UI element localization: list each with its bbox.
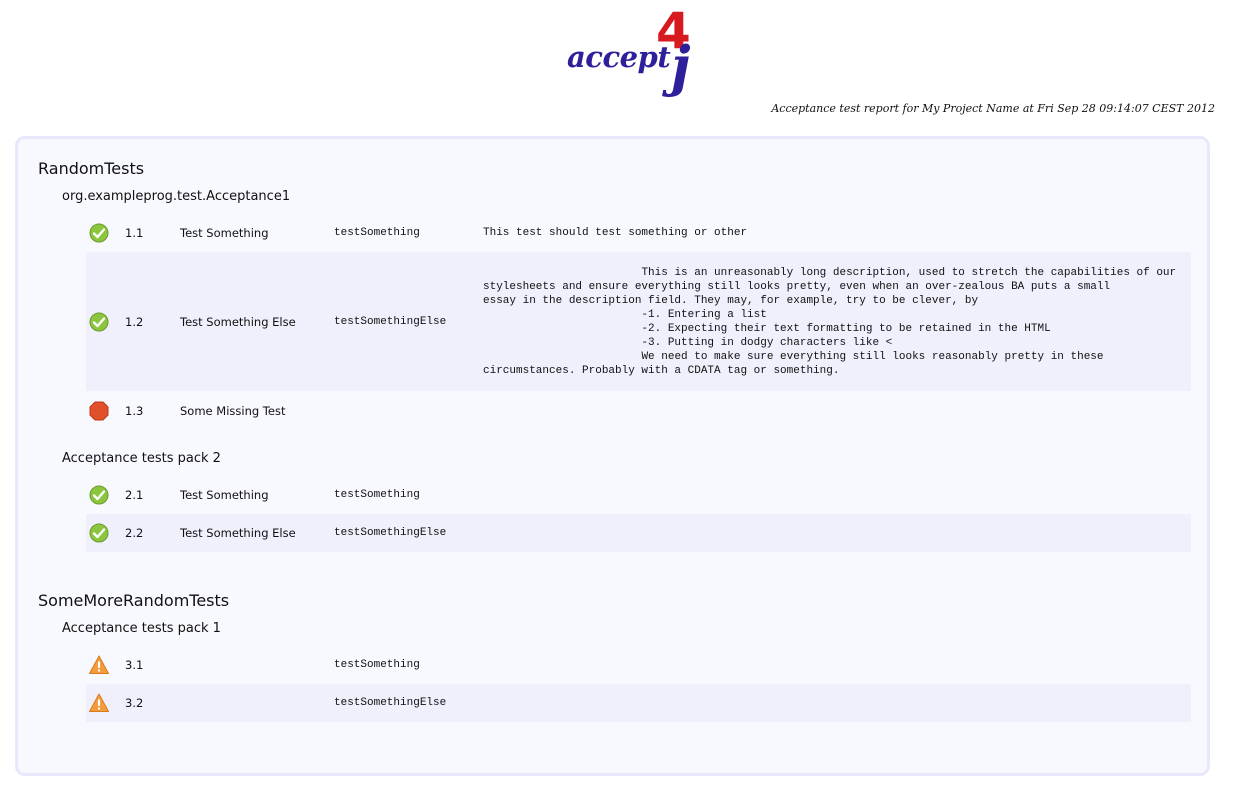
pack-title: Acceptance tests pack 2 — [62, 451, 221, 466]
test-method: testSomethingElse — [334, 315, 447, 328]
status-cell — [88, 684, 110, 722]
test-number: 3.2 — [125, 696, 144, 710]
status-cell — [88, 476, 110, 514]
pass-icon — [89, 523, 109, 543]
test-number: 1.1 — [125, 226, 144, 240]
warning-icon — [89, 655, 109, 674]
pack-title: Acceptance tests pack 1 — [62, 621, 221, 636]
test-row: 3.1 testSomething — [86, 646, 1191, 684]
test-name: Test Something Else — [180, 314, 296, 329]
warning-icon — [89, 693, 109, 712]
test-method: testSomething — [334, 489, 420, 501]
test-name: Test Something — [180, 226, 269, 240]
test-name: Test Something — [180, 488, 269, 502]
test-row: 2.1 Test Something testSomething — [86, 476, 1191, 514]
test-name: Test Something Else — [180, 526, 296, 540]
group-title: SomeMoreRandomTests — [38, 591, 230, 610]
test-method: testSomethingElse — [334, 527, 447, 539]
group-title: RandomTests — [38, 159, 145, 178]
test-row: 1.3 Some Missing Test — [86, 392, 1191, 430]
test-description: This is an unreasonably long description… — [483, 266, 1177, 377]
pack-title: org.exampleprog.test.Acceptance1 — [62, 189, 291, 204]
test-number: 2.2 — [125, 526, 144, 540]
test-method: testSomethingElse — [334, 697, 447, 709]
missing-icon — [89, 401, 109, 421]
logo-text-accept: accept — [567, 40, 671, 74]
logo-text-j: j — [671, 34, 691, 98]
test-method: testSomething — [334, 659, 420, 671]
test-description: This test should test something or other — [483, 227, 748, 239]
pass-icon — [89, 312, 109, 331]
test-row: 2.2 Test Something Else testSomethingEls… — [86, 514, 1191, 552]
test-number: 2.1 — [125, 488, 144, 502]
status-cell — [88, 514, 110, 552]
test-row: 3.2 testSomethingElse — [86, 684, 1191, 722]
test-method: testSomething — [334, 227, 420, 239]
test-number: 1.3 — [125, 404, 144, 418]
pass-icon — [89, 223, 109, 243]
test-number: 1.2 — [125, 314, 144, 329]
status-cell — [88, 392, 110, 430]
test-row: 1.1 Test Something testSomething This te… — [86, 215, 1191, 251]
status-cell — [88, 215, 110, 251]
accept4j-logo: accept 4 j — [565, 2, 715, 102]
report-header-line: Acceptance test report for My Project Na… — [771, 102, 1215, 115]
test-row: 1.2 Test Something Else testSomethingEls… — [86, 252, 1191, 391]
test-name: Some Missing Test — [180, 404, 286, 418]
status-cell — [88, 646, 110, 684]
status-cell — [88, 252, 110, 391]
pass-icon — [89, 485, 109, 505]
test-number: 3.1 — [125, 658, 144, 672]
